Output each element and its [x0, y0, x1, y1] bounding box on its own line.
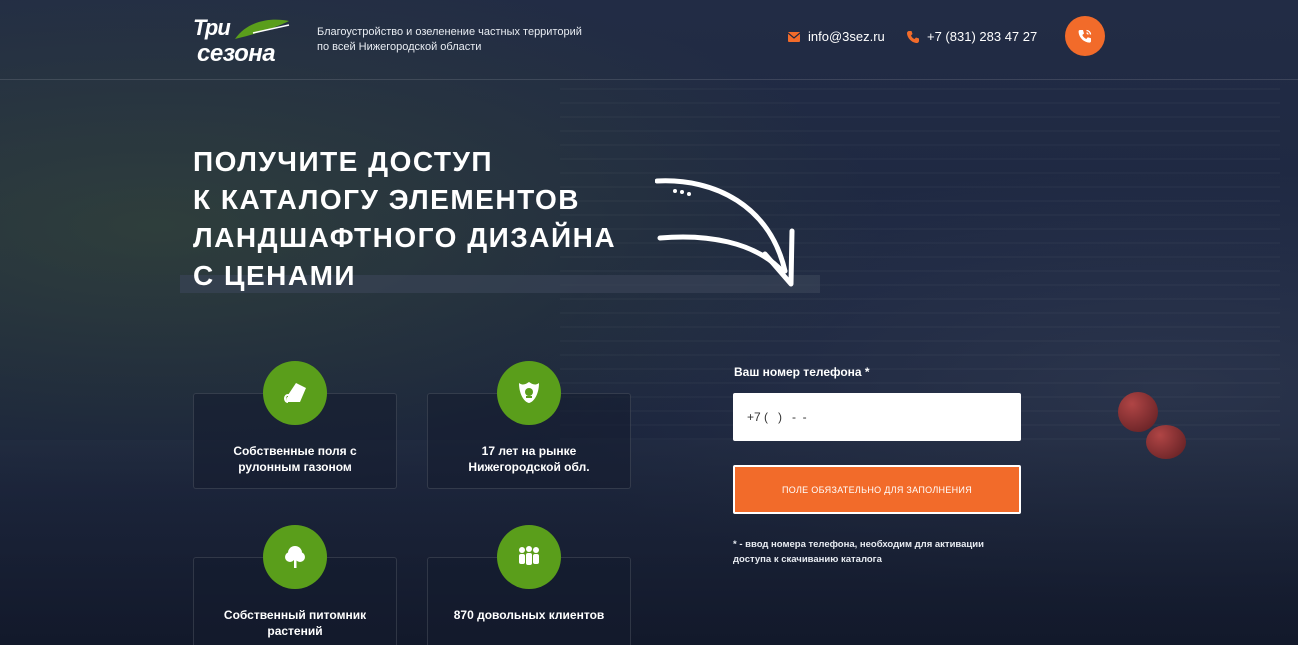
feature-badge: [497, 525, 561, 589]
feature-text: 17 лет на рынке Нижегородской обл.: [468, 444, 590, 474]
feature-text: Собственный питомник растений: [223, 608, 367, 638]
background-apple: [1118, 392, 1158, 432]
hero-title-line: ЛАНДШАФТНОГО ДИЗАЙНА: [193, 222, 617, 253]
feature-badge: [263, 525, 327, 589]
turf-roll-icon: [284, 383, 306, 403]
people-icon: [519, 546, 539, 565]
feature-text: Собственные поля с рулонным газоном: [233, 444, 357, 474]
phone-input[interactable]: [733, 393, 1021, 441]
feature-text: 870 довольных клиентов: [453, 608, 605, 622]
feature-badge: [263, 361, 327, 425]
emblem-icon: [519, 382, 539, 403]
background-apple: [1146, 425, 1186, 459]
logo-line2: сезона: [197, 40, 276, 67]
envelope-icon: [788, 31, 800, 42]
email-link[interactable]: info@3sez.ru: [808, 29, 885, 44]
hero-title-line: К КАТАЛОГУ ЭЛЕМЕНТОВ: [193, 184, 580, 215]
email-contact[interactable]: info@3sez.ru: [788, 29, 885, 44]
hero-title-line: ПОЛУЧИТЕ ДОСТУП: [193, 146, 494, 177]
leaf-icon: [235, 19, 290, 39]
tree-icon: [285, 546, 305, 568]
curved-arrow-icon: [655, 178, 795, 287]
site-header: Три сезона Благоустройство и озеленение …: [0, 0, 1298, 80]
form-note: * - ввод номера телефона, необходим для …: [733, 539, 984, 565]
header-tagline: Благоустройство и озеленение частных тер…: [317, 26, 582, 53]
phone-contact[interactable]: +7 (831) 283 47 27: [907, 29, 1037, 44]
feature-badge: [497, 361, 561, 425]
phone-label: Ваш номер телефона *: [734, 365, 870, 379]
callback-button[interactable]: [1065, 16, 1105, 56]
logo[interactable]: Три сезона: [193, 15, 293, 67]
phone-call-icon: [1078, 29, 1092, 43]
logo-line1: Три: [193, 15, 231, 40]
hero-title: ПОЛУЧИТЕ ДОСТУП К КАТАЛОГУ ЭЛЕМЕНТОВ ЛАН…: [193, 143, 653, 295]
hero-title-line: С ЦЕНАМИ: [193, 260, 357, 291]
phone-link[interactable]: +7 (831) 283 47 27: [927, 29, 1037, 44]
submit-button[interactable]: ПОЛЕ ОБЯЗАТЕЛЬНО ДЛЯ ЗАПОЛНЕНИЯ: [733, 465, 1021, 514]
phone-icon: [907, 30, 919, 43]
